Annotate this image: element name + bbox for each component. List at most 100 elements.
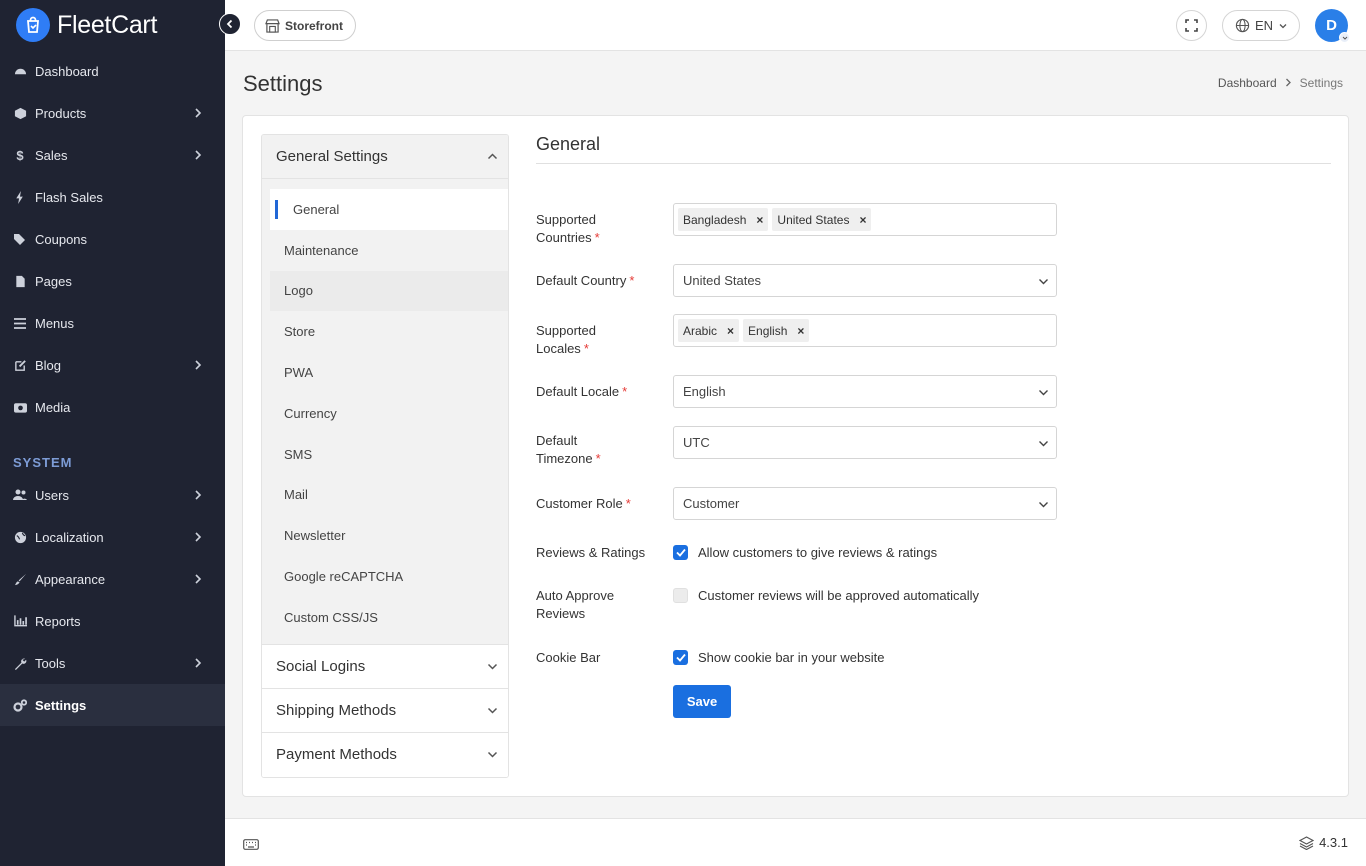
sidebar-item-localization[interactable]: Localization (0, 516, 225, 558)
accordion-label: General Settings (276, 148, 388, 165)
settings-tab-store[interactable]: Store (270, 311, 508, 352)
sidebar-item-menus[interactable]: Menus (0, 302, 225, 344)
label-line: Default (536, 433, 578, 448)
remove-tag-icon[interactable]: × (797, 324, 804, 338)
sidebar-item-flash-sales[interactable]: Flash Sales (0, 176, 225, 218)
reviews-checkbox[interactable]: Allow customers to give reviews & rating… (673, 545, 937, 560)
default-country-select[interactable]: United States (673, 264, 1057, 297)
storefront-button[interactable]: Storefront (254, 10, 356, 41)
accordion-shipping-methods[interactable]: Shipping Methods (262, 688, 508, 733)
required-mark: * (622, 384, 628, 399)
footer: 4.3.1 (225, 818, 1366, 866)
supported-locales-select[interactable]: Arabic × English × (673, 314, 1057, 347)
form-title: General (536, 134, 1331, 164)
chevron-down-icon (1039, 502, 1048, 508)
sidebar-item-label: Flash Sales (35, 189, 103, 205)
page-title: Settings (243, 71, 323, 96)
sidebar-item-sales[interactable]: $ Sales (0, 134, 225, 176)
country-tag: Bangladesh × (678, 208, 769, 231)
sidebar-item-users[interactable]: Users (0, 474, 225, 516)
user-avatar[interactable]: D (1315, 9, 1350, 43)
general-settings-form: General Supported Countries * Bangladesh ×… (536, 134, 1331, 718)
sidebar-item-reports[interactable]: Reports (0, 600, 225, 642)
brand-name: FleetCart (57, 10, 158, 39)
sidebar-item-settings[interactable]: Settings (0, 684, 225, 726)
sidebar-item-blog[interactable]: Blog (0, 344, 225, 386)
breadcrumb: Dashboard Settings (1218, 76, 1343, 90)
fullscreen-icon (1185, 19, 1198, 32)
remove-tag-icon[interactable]: × (727, 324, 734, 338)
accordion-social-logins[interactable]: Social Logins (262, 644, 508, 689)
bolt-icon (13, 190, 27, 204)
sidebar-nav-system: Users Localization Appearance Reports To… (0, 474, 225, 726)
brand[interactable]: FleetCart (0, 0, 225, 50)
label-line: Auto Approve (536, 588, 615, 603)
sidebar-item-label: Menus (35, 315, 75, 331)
checkbox-label: Allow customers to give reviews & rating… (698, 545, 938, 560)
sidebar-item-appearance[interactable]: Appearance (0, 558, 225, 600)
sidebar-item-coupons[interactable]: Coupons (0, 218, 225, 260)
supported-countries-select[interactable]: Bangladesh × United States × (673, 203, 1057, 236)
topbar: Storefront EN D (225, 0, 1366, 51)
sidebar-item-media[interactable]: Media (0, 386, 225, 428)
chevron-down-icon (487, 752, 498, 758)
globe-icon (1235, 18, 1250, 33)
default-locale-select[interactable]: English (673, 375, 1057, 408)
sidebar-item-pages[interactable]: Pages (0, 260, 225, 302)
sidebar-section-system: SYSTEM (13, 455, 73, 470)
chevron-right-icon (195, 574, 202, 584)
bars-icon (13, 316, 27, 330)
accordion-label: Shipping Methods (276, 701, 397, 719)
accordion-payment-methods[interactable]: Payment Methods (262, 732, 508, 777)
settings-tab-custom-css-js[interactable]: Custom CSS/JS (270, 597, 508, 638)
reviews-label: Reviews & Ratings (536, 545, 646, 560)
remove-tag-icon[interactable]: × (859, 213, 866, 227)
settings-tab-currency[interactable]: Currency (270, 393, 508, 434)
sidebar-item-tools[interactable]: Tools (0, 642, 225, 684)
language-selector[interactable]: EN (1222, 10, 1300, 41)
settings-tab-newsletter[interactable]: Newsletter (270, 515, 508, 556)
sidebar-item-label: Products (35, 105, 87, 121)
sidebar-item-label: Coupons (35, 231, 88, 247)
default-timezone-select[interactable]: UTC (673, 426, 1057, 459)
settings-tab-pwa[interactable]: PWA (270, 352, 508, 393)
default-country-label: Default Country * (536, 272, 661, 290)
chevron-down-icon (1039, 390, 1048, 396)
tag-label: United States (777, 212, 850, 227)
accordion-general-settings[interactable]: General Settings (262, 135, 508, 179)
label-line: Timezone (536, 451, 593, 466)
fullscreen-button[interactable] (1176, 10, 1207, 41)
label-line: Default Country (536, 273, 627, 288)
supported-countries-label: Supported Countries * (536, 211, 661, 247)
sidebar-item-products[interactable]: Products (0, 92, 225, 134)
cookie-bar-checkbox[interactable]: Show cookie bar in your website (673, 650, 884, 665)
globe-icon (13, 530, 27, 544)
default-locale-label: Default Locale * (536, 383, 661, 401)
app-version: 4.3.1 (1299, 835, 1348, 850)
wrench-icon (13, 656, 27, 670)
settings-tab-general[interactable]: General (270, 189, 508, 230)
required-mark: * (583, 341, 589, 356)
sidebar-item-label: Settings (35, 697, 87, 713)
checkbox-unchecked-icon (673, 588, 688, 603)
auto-approve-label: Auto Approve Reviews (536, 587, 661, 623)
settings-tab-sms[interactable]: SMS (270, 434, 508, 475)
settings-tab-logo[interactable]: Logo (270, 270, 508, 312)
avatar-chevron-icon (1339, 32, 1350, 43)
remove-tag-icon[interactable]: × (756, 213, 763, 227)
required-mark: * (594, 230, 600, 245)
settings-tab-maintenance[interactable]: Maintenance (270, 230, 508, 271)
breadcrumb-home-link[interactable]: Dashboard (1218, 76, 1277, 90)
settings-tab-mail[interactable]: Mail (270, 475, 508, 516)
settings-tab-google-recaptcha[interactable]: Google reCAPTCHA (270, 556, 508, 597)
label-line: Customer Role (536, 496, 623, 511)
customer-role-select[interactable]: Customer (673, 487, 1057, 520)
sidebar-collapse-button[interactable] (219, 13, 241, 35)
save-button[interactable]: Save (673, 685, 731, 718)
sidebar-item-dashboard[interactable]: Dashboard (0, 50, 225, 92)
checkbox-checked-icon (673, 650, 688, 665)
auto-approve-checkbox[interactable]: Customer reviews will be approved automa… (673, 588, 979, 603)
select-value: UTC (683, 435, 710, 450)
label-line: Default Locale (536, 384, 620, 399)
keyboard-icon[interactable] (243, 838, 259, 853)
